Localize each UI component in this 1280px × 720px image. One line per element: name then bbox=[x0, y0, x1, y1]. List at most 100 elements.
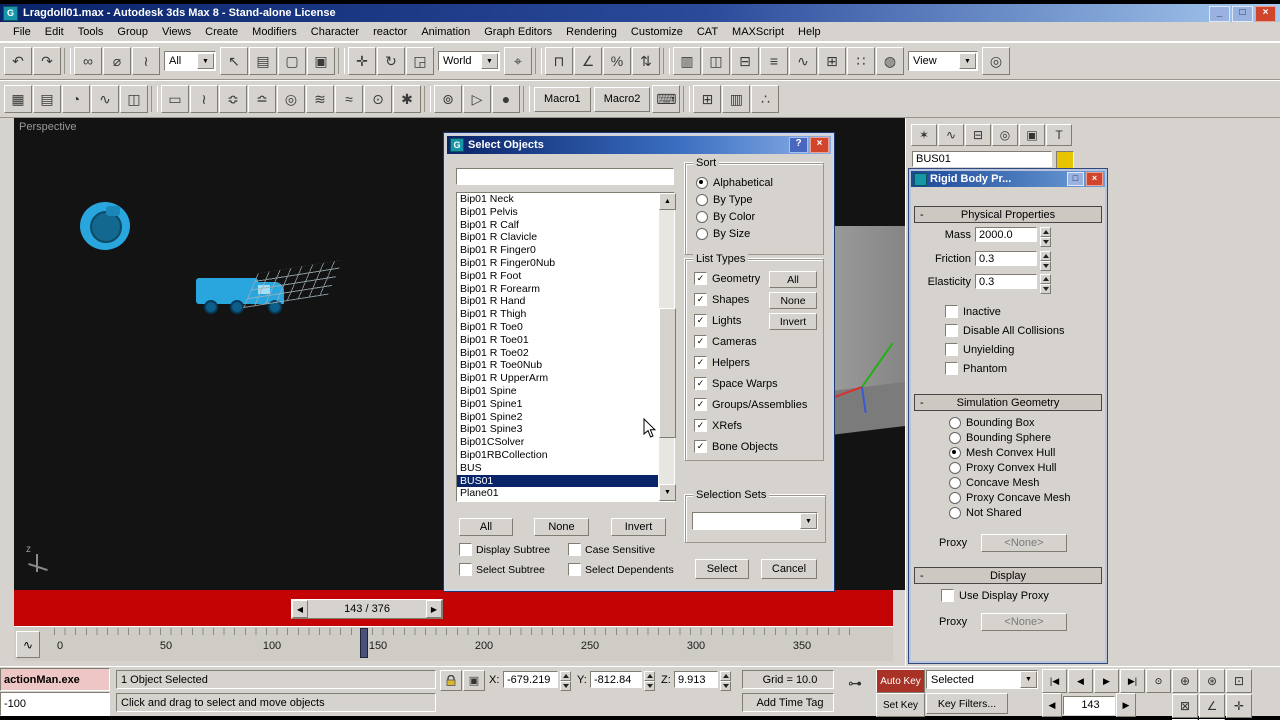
auto-key-button[interactable]: Auto Key bbox=[876, 669, 925, 693]
cloth-collection-icon[interactable]: ▤ bbox=[33, 85, 61, 113]
list-item[interactable]: BUS01 bbox=[457, 474, 658, 488]
display-subtree-checkbox[interactable]: Display Subtree bbox=[459, 543, 550, 556]
menu-create[interactable]: Create bbox=[198, 24, 245, 40]
key-filters-button[interactable]: Key Filters... bbox=[926, 693, 1008, 714]
scroll-up-icon[interactable]: ▲ bbox=[659, 193, 676, 210]
sim-geometry-bounding-sphere[interactable]: Bounding Sphere bbox=[949, 432, 1051, 444]
motor-icon[interactable]: ◎ bbox=[277, 85, 305, 113]
zoom-all-icon[interactable]: ⊛ bbox=[1199, 669, 1225, 693]
checkbox-icon[interactable] bbox=[459, 543, 472, 556]
analyze-world-icon[interactable]: ⊚ bbox=[434, 85, 462, 113]
z-spinner-down[interactable] bbox=[720, 681, 731, 691]
sim-geometry-proxy-concave-mesh[interactable]: Proxy Concave Mesh bbox=[949, 492, 1071, 504]
z-spinner-up[interactable] bbox=[720, 671, 731, 681]
list-item[interactable]: Bip01 R Calf bbox=[457, 219, 658, 232]
deforming-mesh-collection-icon[interactable]: ◫ bbox=[120, 85, 148, 113]
absolute-offset-mode-icon[interactable]: ▣ bbox=[463, 670, 485, 691]
list-types-none-button[interactable]: None bbox=[769, 292, 817, 309]
angular-dashpot-icon[interactable]: ≏ bbox=[248, 85, 276, 113]
plane-icon[interactable]: ▭ bbox=[161, 85, 189, 113]
checkbox-icon[interactable]: ✓ bbox=[694, 398, 707, 411]
invert-button[interactable]: Invert bbox=[611, 518, 666, 536]
selection-filter-dropdown[interactable]: All ▼ bbox=[164, 51, 216, 71]
checkbox-icon[interactable] bbox=[945, 305, 958, 318]
x-spinner-slot[interactable] bbox=[560, 671, 571, 691]
zoom-extents-all-icon[interactable]: ⊠ bbox=[1172, 694, 1198, 718]
rigid-body-close-icon[interactable]: × bbox=[1086, 172, 1103, 186]
object-color-swatch[interactable] bbox=[1056, 151, 1074, 169]
window-crossing-icon[interactable]: ▣ bbox=[307, 47, 335, 75]
elasticity-field[interactable]: 0.3 bbox=[975, 274, 1037, 289]
menu-tools[interactable]: Tools bbox=[71, 24, 111, 40]
soft-body-collection-icon[interactable]: ◔ bbox=[62, 85, 90, 113]
previous-frame-button[interactable]: ◀ bbox=[1042, 693, 1062, 717]
spinner-snap-icon[interactable]: ⇅ bbox=[632, 47, 660, 75]
y-spinner-up[interactable] bbox=[644, 671, 655, 681]
select-and-link-icon[interactable]: ∞ bbox=[74, 47, 102, 75]
snap-toggle-icon[interactable]: ⊓ bbox=[545, 47, 573, 75]
object-list[interactable]: Bip01 Neck Bip01 Pelvis Bip01 R Calf Bip01 … bbox=[456, 192, 675, 502]
y-coordinate-field[interactable]: -812.84 bbox=[590, 671, 642, 688]
menu-help[interactable]: Help bbox=[791, 24, 828, 40]
menu-group[interactable]: Group bbox=[110, 24, 155, 40]
elasticity-spinner-down[interactable] bbox=[1040, 284, 1051, 294]
go-to-end-button[interactable]: ▶| bbox=[1120, 669, 1145, 693]
select-button[interactable]: Select bbox=[695, 559, 749, 579]
list-item[interactable]: Bip01 R Clavicle bbox=[457, 231, 658, 244]
layer-manager-icon[interactable]: ≡ bbox=[760, 47, 788, 75]
undo-icon[interactable]: ↶ bbox=[4, 47, 32, 75]
checkbox-icon[interactable] bbox=[459, 563, 472, 576]
menu-rendering[interactable]: Rendering bbox=[559, 24, 624, 40]
select-object-icon[interactable]: ↖ bbox=[220, 47, 248, 75]
polygon-counter-icon[interactable]: ▥ bbox=[722, 85, 751, 113]
menu-graph-editors[interactable]: Graph Editors bbox=[477, 24, 559, 40]
list-item[interactable]: Bip01 R Toe01 bbox=[457, 334, 658, 347]
elasticity-spinner-up[interactable] bbox=[1040, 274, 1051, 284]
y-spinner[interactable] bbox=[644, 671, 655, 691]
selection-filter-dropdown-arrow-icon[interactable]: ▼ bbox=[197, 53, 214, 69]
list-types-invert-button[interactable]: Invert bbox=[769, 313, 817, 330]
friction-field[interactable]: 0.3 bbox=[975, 251, 1037, 266]
proxy-none-button[interactable]: <None> bbox=[981, 534, 1067, 552]
checkbox-icon[interactable]: ✓ bbox=[694, 377, 707, 390]
friction-spinner-up[interactable] bbox=[1040, 251, 1051, 261]
keyboard-shortcut-override-icon[interactable]: ⌨ bbox=[652, 85, 681, 113]
checkbox-icon[interactable]: ✓ bbox=[694, 419, 707, 432]
linear-dashpot-icon[interactable]: ≎ bbox=[219, 85, 247, 113]
align-icon[interactable]: ⊟ bbox=[731, 47, 759, 75]
friction-spinner-down[interactable] bbox=[1040, 261, 1051, 271]
list-type-helpers[interactable]: ✓ Helpers bbox=[686, 352, 823, 373]
macro2-button[interactable]: Macro2 bbox=[593, 86, 651, 112]
use-display-proxy-checkbox[interactable]: Use Display Proxy bbox=[941, 589, 1049, 602]
list-item[interactable]: Bip01 Neck bbox=[457, 193, 658, 206]
timeline-ruler[interactable]: ∿ 0 50 100 150 200 250 300 350 bbox=[14, 626, 893, 661]
checkbox-icon[interactable] bbox=[568, 563, 581, 576]
radio-icon[interactable] bbox=[696, 227, 708, 240]
phantom-checkbox[interactable]: Phantom bbox=[945, 362, 1007, 375]
checkbox-icon[interactable]: ✓ bbox=[694, 335, 707, 348]
display-proxy-none-button[interactable]: <None> bbox=[981, 613, 1067, 631]
status-port-icon[interactable]: ⊶ bbox=[848, 675, 862, 692]
list-item[interactable]: Bip01 R UpperArm bbox=[457, 372, 658, 385]
checkbox-icon[interactable] bbox=[568, 543, 581, 556]
sim-geometry-not-shared[interactable]: Not Shared bbox=[949, 507, 1022, 519]
menu-file[interactable]: File bbox=[6, 24, 38, 40]
none-button[interactable]: None bbox=[534, 518, 589, 536]
wind-icon[interactable]: ≋ bbox=[306, 85, 334, 113]
create-animation-icon[interactable]: ● bbox=[492, 85, 520, 113]
create-tab[interactable]: ✶ bbox=[911, 124, 937, 146]
window-titlebar[interactable]: G Lragdoll01.max - Autodesk 3ds Max 8 - … bbox=[0, 4, 1280, 22]
key-mode-toggle[interactable]: ⊙ bbox=[1146, 669, 1171, 693]
mass-spinner-up[interactable] bbox=[1040, 227, 1051, 237]
list-item[interactable]: Bip01 Spine3 bbox=[457, 423, 658, 436]
pan-icon[interactable]: ✛ bbox=[1226, 694, 1252, 718]
simulation-geometry-rollout[interactable]: - Simulation Geometry bbox=[914, 394, 1102, 411]
unlink-selection-icon[interactable]: ⌀ bbox=[103, 47, 131, 75]
menu-views[interactable]: Views bbox=[155, 24, 198, 40]
radio-icon[interactable] bbox=[696, 193, 708, 206]
list-item[interactable]: Bip01 Spine2 bbox=[457, 411, 658, 424]
radio-icon[interactable] bbox=[949, 417, 961, 429]
menu-edit[interactable]: Edit bbox=[38, 24, 71, 40]
redo-icon[interactable]: ↷ bbox=[33, 47, 61, 75]
x-spinner-down[interactable] bbox=[560, 681, 571, 691]
